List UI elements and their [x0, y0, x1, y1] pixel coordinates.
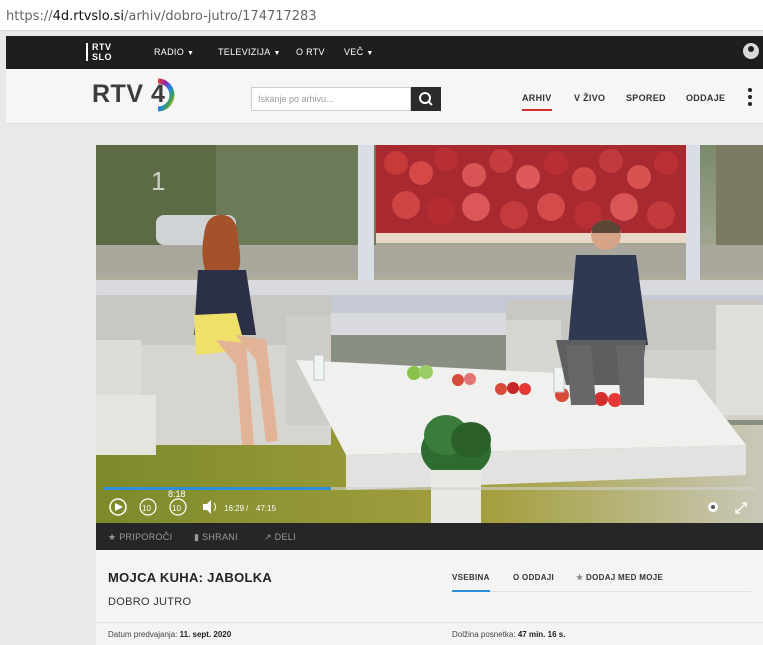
air-date-label: Datum predvajanja: — [108, 630, 178, 639]
url-prefix: https:// — [6, 9, 53, 24]
logo-mark-icon — [86, 43, 88, 61]
divider — [96, 622, 763, 623]
logo-line-2: SLO — [92, 52, 113, 62]
star-icon: ★ — [108, 532, 117, 542]
url-path: /arhiv/dobro-jutro/174717283 — [124, 9, 317, 24]
episode-title: MOJCA KUHA: JABOLKA — [108, 570, 273, 585]
nav-item-label: O RTV — [296, 47, 325, 57]
save-label: SHRANI — [202, 532, 238, 542]
tab-o-oddaji[interactable]: O ODDAJI — [513, 573, 554, 582]
length-label: Dolžina posnetka: — [452, 630, 516, 639]
nav-oddaje[interactable]: ODDAJE — [686, 93, 725, 103]
nav-item-radio[interactable]: RADIO ▼ — [154, 47, 194, 57]
hover-time-tooltip: 8:18 — [168, 489, 186, 499]
chevron-down-icon: ▼ — [273, 50, 281, 57]
nav-item-label: TELEVIZIJA — [218, 47, 271, 57]
duration: 47:15 — [256, 504, 277, 513]
nav-item-label: VEČ — [344, 47, 364, 57]
tab-vsebina[interactable]: VSEBINA — [452, 573, 490, 592]
nav-item-televizija[interactable]: TELEVIZIJA ▼ — [218, 47, 281, 57]
address-bar[interactable]: https://4d.rtvslo.si/arhiv/dobro-jutro/1… — [0, 0, 763, 31]
nav-item-vec[interactable]: VEČ ▼ — [344, 47, 374, 57]
add-to-mine-button[interactable]: ★ DODAJ MED MOJE — [576, 573, 663, 582]
video-length: Dolžina posnetka: 47 min. 16 s. — [452, 630, 565, 639]
chevron-down-icon: ▼ — [366, 50, 374, 57]
nav-item-o-rtv[interactable]: O RTV — [296, 47, 325, 57]
add-to-mine-label: DODAJ MED MOJE — [586, 573, 664, 582]
show-name[interactable]: DOBRO JUTRO — [108, 596, 191, 608]
nav-spored[interactable]: SPORED — [626, 93, 666, 103]
video-player[interactable]: 1 8:18 10 10 16:29 / 47:15 — [96, 145, 763, 523]
rewind-10-icon: 10 — [142, 504, 151, 513]
archive-search-input[interactable]: Iskanje po arhivu... — [251, 87, 411, 111]
search-icon — [419, 92, 433, 106]
share-icon: ↗ — [264, 532, 272, 542]
brand-text: RTV — [92, 80, 144, 108]
length-value: 47 min. 16 s. — [517, 630, 566, 639]
star-icon: ★ — [576, 573, 584, 582]
site-header: RTV 4 Iskanje po arhivu... ARHIV V ŽIVO … — [6, 69, 763, 124]
more-menu-icon[interactable] — [748, 88, 752, 109]
forward-10-icon: 10 — [172, 504, 181, 513]
settings-button[interactable] — [708, 502, 718, 512]
tabs-divider — [451, 591, 751, 592]
episode-info: MOJCA KUHA: JABOLKA DOBRO JUTRO VSEBINA … — [96, 550, 763, 645]
video-frame: 1 8:18 10 10 16:29 / 47:15 — [96, 145, 763, 523]
air-date-value: 11. sept. 2020 — [179, 630, 232, 639]
player-action-bar: ★ PRIPOROČI ▮ SHRANI ↗ DELI — [96, 523, 763, 550]
channel-number: 1 — [151, 166, 165, 196]
rtv4-ring-icon — [157, 78, 175, 112]
chevron-down-icon: ▼ — [187, 50, 195, 57]
save-button[interactable]: ▮ SHRANI — [194, 532, 238, 543]
recommend-label: PRIPOROČI — [119, 532, 173, 542]
share-label: DELI — [274, 532, 296, 542]
current-time: 16:29 — [224, 504, 245, 513]
url-host: 4d.rtvslo.si — [52, 9, 125, 24]
share-button[interactable]: ↗ DELI — [264, 532, 296, 543]
progress-fill — [104, 487, 331, 490]
logo-line-1: RTV — [92, 42, 112, 52]
rtvslo-logo[interactable]: RTV SLO — [86, 42, 113, 62]
search-button[interactable] — [411, 87, 441, 111]
nav-v-zivo[interactable]: V ŽIVO — [574, 93, 605, 103]
recommend-button[interactable]: ★ PRIPOROČI — [108, 532, 172, 543]
nav-item-label: RADIO — [154, 47, 185, 57]
air-date: Datum predvajanja: 11. sept. 2020 — [108, 630, 231, 639]
bookmark-icon: ▮ — [194, 532, 200, 542]
top-navigation: RTV SLO RADIO ▼ TELEVIZIJA ▼ O RTV VEČ ▼ — [6, 36, 763, 69]
user-account-icon[interactable] — [743, 43, 759, 59]
nav-arhiv[interactable]: ARHIV — [522, 93, 552, 111]
